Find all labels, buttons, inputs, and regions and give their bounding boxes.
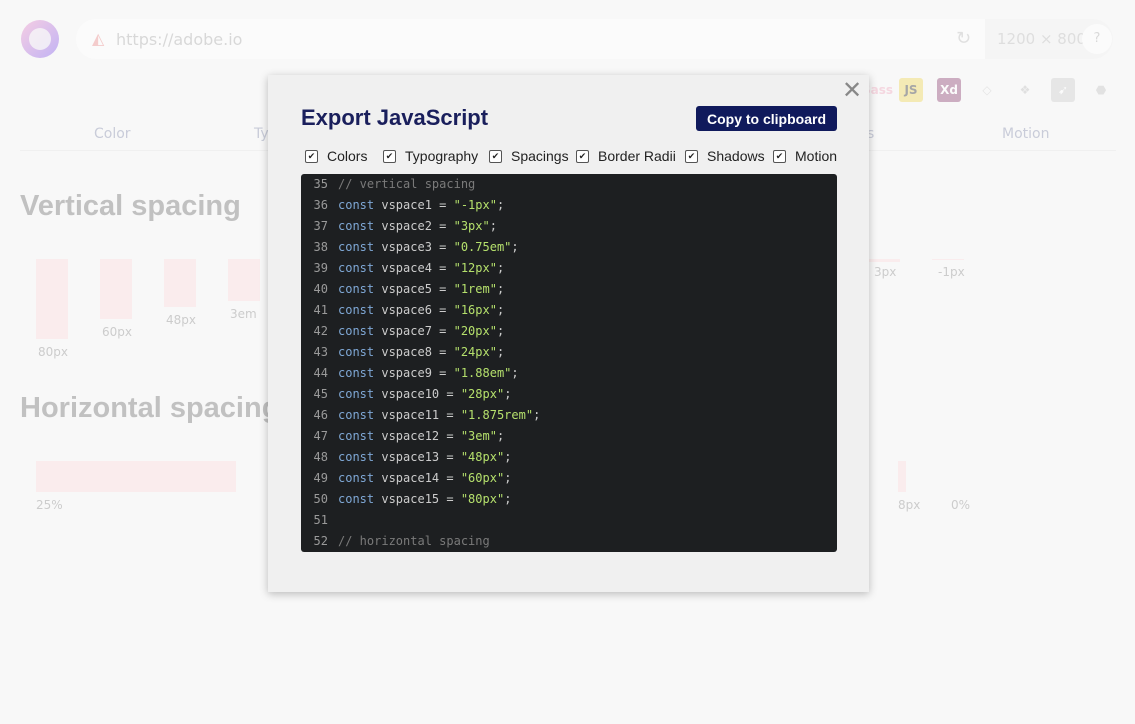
checkbox-checked-icon[interactable]: ✔ bbox=[383, 149, 396, 163]
code-line: 49 const vspace14 = "60px"; bbox=[301, 468, 512, 489]
checkbox-label: Border Radii bbox=[598, 148, 676, 164]
code-block[interactable]: 35// vertical spacing 36 const vspace1 = "… bbox=[301, 174, 837, 552]
line-number: 40 bbox=[313, 282, 328, 296]
copy-to-clipboard-button[interactable]: Copy to clipboard bbox=[696, 106, 837, 131]
code-line: 45 const vspace10 = "28px"; bbox=[301, 384, 512, 405]
line-number: 51 bbox=[313, 513, 328, 527]
code-line: 48 const vspace13 = "48px"; bbox=[301, 447, 512, 468]
code-line: 52// horizontal spacing bbox=[301, 531, 490, 552]
line-number: 41 bbox=[313, 303, 328, 317]
checkbox-checked-icon[interactable]: ✔ bbox=[773, 149, 786, 163]
code-line: 42 const vspace7 = "20px"; bbox=[301, 321, 505, 342]
checkbox-label: Motion bbox=[795, 148, 838, 164]
code-line: 35// vertical spacing bbox=[301, 174, 476, 195]
checkbox-spacings[interactable]: ✔ Spacings bbox=[489, 148, 569, 164]
line-number: 42 bbox=[313, 324, 328, 338]
checkbox-motion[interactable]: ✔ Motion bbox=[773, 148, 837, 164]
checkbox-label: Typography bbox=[405, 148, 479, 164]
code-line: 39 const vspace4 = "12px"; bbox=[301, 258, 505, 279]
checkbox-border-radii[interactable]: ✔ Border Radii bbox=[576, 148, 676, 164]
line-number: 44 bbox=[313, 366, 328, 380]
checkbox-checked-icon[interactable]: ✔ bbox=[305, 149, 318, 163]
line-number: 52 bbox=[313, 534, 328, 548]
line-number: 36 bbox=[313, 198, 328, 212]
code-line: 46 const vspace11 = "1.875rem"; bbox=[301, 405, 541, 426]
close-icon[interactable]: ✕ bbox=[841, 78, 863, 102]
code-line: 36 const vspace1 = "-1px"; bbox=[301, 195, 505, 216]
code-line: 37 const vspace2 = "3px"; bbox=[301, 216, 497, 237]
checkbox-checked-icon[interactable]: ✔ bbox=[489, 149, 502, 163]
code-line: 44 const vspace9 = "1.88em"; bbox=[301, 363, 519, 384]
line-number: 49 bbox=[313, 471, 328, 485]
code-line: 47 const vspace12 = "3em"; bbox=[301, 426, 505, 447]
line-number: 48 bbox=[313, 450, 328, 464]
modal-title: Export JavaScript bbox=[301, 105, 489, 130]
line-number: 47 bbox=[313, 429, 328, 443]
code-line: 40 const vspace5 = "1rem"; bbox=[301, 279, 505, 300]
line-number: 39 bbox=[313, 261, 328, 275]
line-number: 38 bbox=[313, 240, 328, 254]
export-modal: ✕ Export JavaScript Copy to clipboard ✔ C… bbox=[268, 75, 869, 592]
code-line: 38 const vspace3 = "0.75em"; bbox=[301, 237, 519, 258]
line-number: 43 bbox=[313, 345, 328, 359]
checkbox-checked-icon[interactable]: ✔ bbox=[685, 149, 698, 163]
line-number: 46 bbox=[313, 408, 328, 422]
line-number: 35 bbox=[313, 177, 328, 191]
line-number: 45 bbox=[313, 387, 328, 401]
checkbox-colors[interactable]: ✔ Colors bbox=[305, 148, 367, 164]
line-number: 50 bbox=[313, 492, 328, 506]
checkbox-label: Shadows bbox=[707, 148, 765, 164]
code-line: 50 const vspace15 = "80px"; bbox=[301, 489, 512, 510]
checkbox-label: Colors bbox=[327, 148, 368, 164]
code-line: 41 const vspace6 = "16px"; bbox=[301, 300, 505, 321]
checkbox-checked-icon[interactable]: ✔ bbox=[576, 149, 589, 163]
code-line: 51 bbox=[301, 510, 338, 531]
checkbox-label: Spacings bbox=[511, 148, 569, 164]
code-line: 43 const vspace8 = "24px"; bbox=[301, 342, 505, 363]
checkbox-shadows[interactable]: ✔ Shadows bbox=[685, 148, 765, 164]
line-number: 37 bbox=[313, 219, 328, 233]
checkbox-typography[interactable]: ✔ Typography bbox=[383, 148, 478, 164]
